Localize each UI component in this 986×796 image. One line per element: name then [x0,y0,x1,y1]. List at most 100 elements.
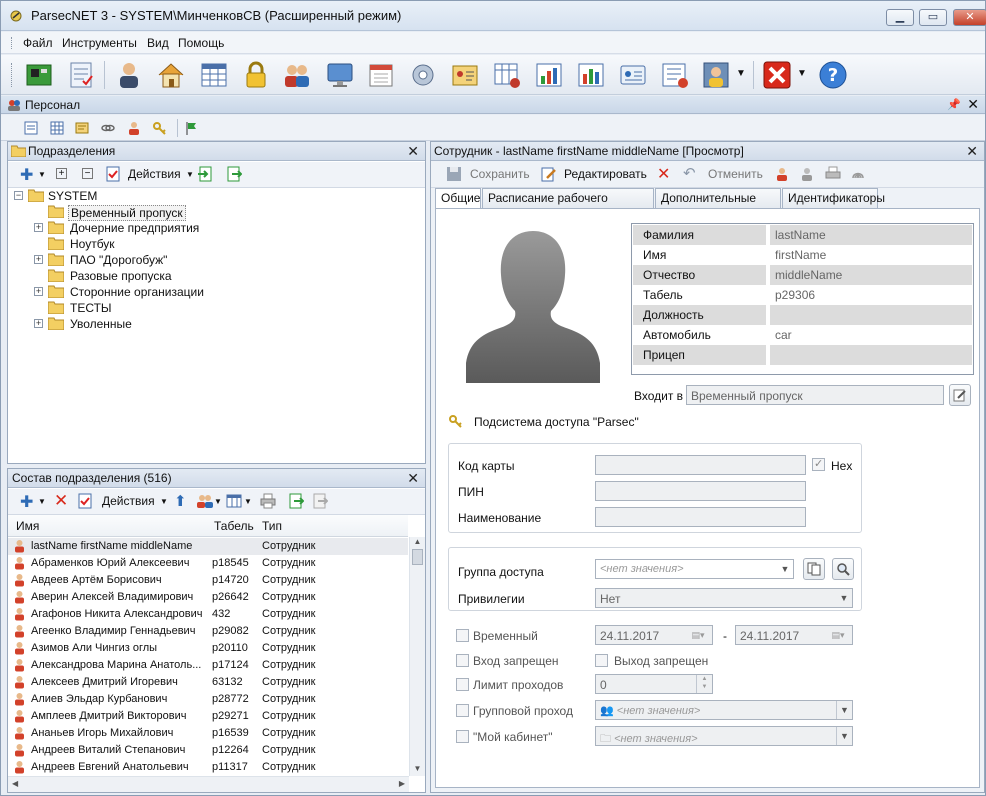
cancel-x-icon[interactable]: ✕ [657,164,670,184]
table-row[interactable]: Андреев Виталий Степанович p12264 Сотрудни… [8,742,408,759]
pin-field[interactable] [595,481,806,501]
save-icon[interactable] [446,166,462,182]
fingerprint-icon[interactable] [850,166,866,182]
report-chart-icon[interactable] [575,59,607,91]
tree-item[interactable]: + Сторонние организации [28,284,328,300]
pass-limit-field[interactable]: 0 ▲ ▼ [595,674,713,694]
expand-all-icon[interactable]: + [56,168,67,179]
close-composition-icon[interactable]: ✕ [407,470,419,487]
close-departments-icon[interactable]: ✕ [407,143,419,160]
table-row[interactable]: Ананьев Игорь Михайлович p16539 Сотрудник [8,725,408,742]
access-group-select[interactable]: <нет значения> ▼ [595,559,794,579]
menu-help[interactable]: Помощь [178,36,224,50]
tree-item[interactable]: + Уволенные [28,316,328,332]
close-employee-icon[interactable]: ✕ [966,143,978,160]
tree-item[interactable]: + Дочерние предприятия [28,220,328,236]
tree-item[interactable]: Ноутбук [28,236,328,252]
collapse-all-icon[interactable]: − [82,168,93,179]
keys-icon[interactable] [152,120,168,136]
expand-icon[interactable]: + [34,287,43,296]
close-window-button[interactable]: ✕ [953,9,986,26]
table-row[interactable]: Амплеев Дмитрий Викторович p29271 Сотрудни… [8,708,408,725]
card-code-field[interactable] [595,455,806,475]
menu-tools[interactable]: Инструменты [62,36,137,50]
pass-limit-checkbox[interactable] [456,678,469,691]
checklist-icon[interactable] [65,59,97,91]
hardware-board-icon[interactable] [23,59,55,91]
my-cabinet-checkbox[interactable] [456,730,469,743]
group-pass-checkbox[interactable] [456,704,469,717]
calendar-icon[interactable] [365,59,397,91]
users-filter-icon[interactable] [196,493,214,509]
undo-icon[interactable]: ↶ [683,164,696,182]
add-icon[interactable]: ✚ [20,165,33,185]
photo-dropdown-icon[interactable]: ▼ [736,68,746,79]
expand-icon[interactable]: + [34,255,43,264]
info-value[interactable] [770,305,972,325]
menu-view[interactable]: Вид [147,36,169,50]
departments-actions-button[interactable]: Действия [128,167,181,181]
access-group-search-button[interactable] [832,558,854,580]
tree-item[interactable]: ТЕСТЫ [28,300,328,316]
grid-view-icon[interactable] [49,120,65,136]
expand-icon[interactable]: + [34,319,43,328]
info-value[interactable]: middleName [770,265,972,285]
person-orange-icon[interactable] [774,166,790,182]
checklist-employee-icon[interactable] [78,493,93,509]
help-icon[interactable]: ? [817,59,849,91]
privileges-select[interactable]: Нет ▼ [595,588,853,608]
access-group-copy-button[interactable] [803,558,825,580]
menu-file[interactable]: Файл [23,36,53,50]
tab-identifiers[interactable]: Идентификаторы [782,188,885,208]
table-row[interactable]: Андреев Евгений Анатольевич p11317 Сотрудн… [8,759,408,776]
table-row[interactable]: Алиев Эльдар Курбанович p28772 Сотрудник [8,691,408,708]
move-up-icon[interactable]: ⬆ [174,492,187,510]
add-dropdown-icon[interactable]: ▼ [38,170,46,179]
close-section-icon[interactable]: ✕ [967,96,979,113]
cancel-button[interactable]: Отменить [708,167,763,181]
date-from-field[interactable]: 24.11.2017 ▤▾ [595,625,713,645]
my-cabinet-select[interactable]: 🗀 <нет значения> ▼ [595,726,853,746]
flag-icon[interactable] [184,120,200,136]
tab-schedule[interactable]: Расписание рабочего времени [482,188,654,219]
tree-item[interactable]: Временный пропуск [28,204,328,221]
entry-forbidden-checkbox[interactable] [456,654,469,667]
table-row[interactable]: Агеенко Владимир Геннадьевич p29082 Сотруд… [8,623,408,640]
exit-forbidden-checkbox[interactable] [595,654,608,667]
info-value[interactable] [770,345,972,365]
import-icon[interactable] [198,166,214,182]
house-icon[interactable] [155,59,187,91]
print-employee-icon[interactable] [825,166,841,182]
belongs-field[interactable]: Временный пропуск [686,385,944,405]
export-employees-icon[interactable] [288,493,304,509]
contacts-card-icon[interactable] [449,59,481,91]
delete-dropdown-icon[interactable]: ▼ [797,68,807,79]
link-icon[interactable] [100,120,116,136]
table-row[interactable]: Алексеев Дмитрий Игоревич 63132 Сотрудник [8,674,408,691]
delete-x-icon[interactable] [761,59,793,91]
col-tab[interactable]: Табель [214,519,254,533]
date-to-field[interactable]: 24.11.2017 ▤▾ [735,625,853,645]
belongs-edit-button[interactable] [949,384,971,406]
add-employee-dropdown-icon[interactable]: ▼ [38,497,46,506]
id-card-icon[interactable] [617,59,649,91]
composition-actions-dropdown-icon[interactable]: ▼ [160,497,168,506]
users-dropdown-icon[interactable]: ▼ [214,497,222,506]
table-row[interactable]: Аверин Алексей Владимирович p26642 Сотрудн… [8,589,408,606]
collapse-icon[interactable]: − [14,191,23,200]
table-row[interactable]: Александрова Марина Анатоль... p17124 Сотр… [8,657,408,674]
name-field[interactable] [595,507,806,527]
table-row[interactable]: Азимов Али Чингиз оглы p20110 Сотрудник [8,640,408,657]
tree-item[interactable]: Разовые пропуска [28,268,328,284]
table-row[interactable]: Абраменков Юрий Алексеевич p18545 Сотрудни… [8,555,408,572]
table-grid-icon[interactable] [198,59,230,91]
schedule-users-icon[interactable] [491,59,523,91]
tab-general[interactable]: Общие [435,188,481,209]
actions-dropdown-icon[interactable]: ▼ [186,170,194,179]
col-name[interactable]: Имя [16,519,39,533]
monitor-icon[interactable] [324,59,356,91]
group-pass-select[interactable]: 👥 <нет значения> ▼ [595,700,853,720]
person-small-icon[interactable] [126,120,142,136]
edit-icon[interactable] [541,166,557,182]
info-value[interactable]: firstName [770,245,972,265]
